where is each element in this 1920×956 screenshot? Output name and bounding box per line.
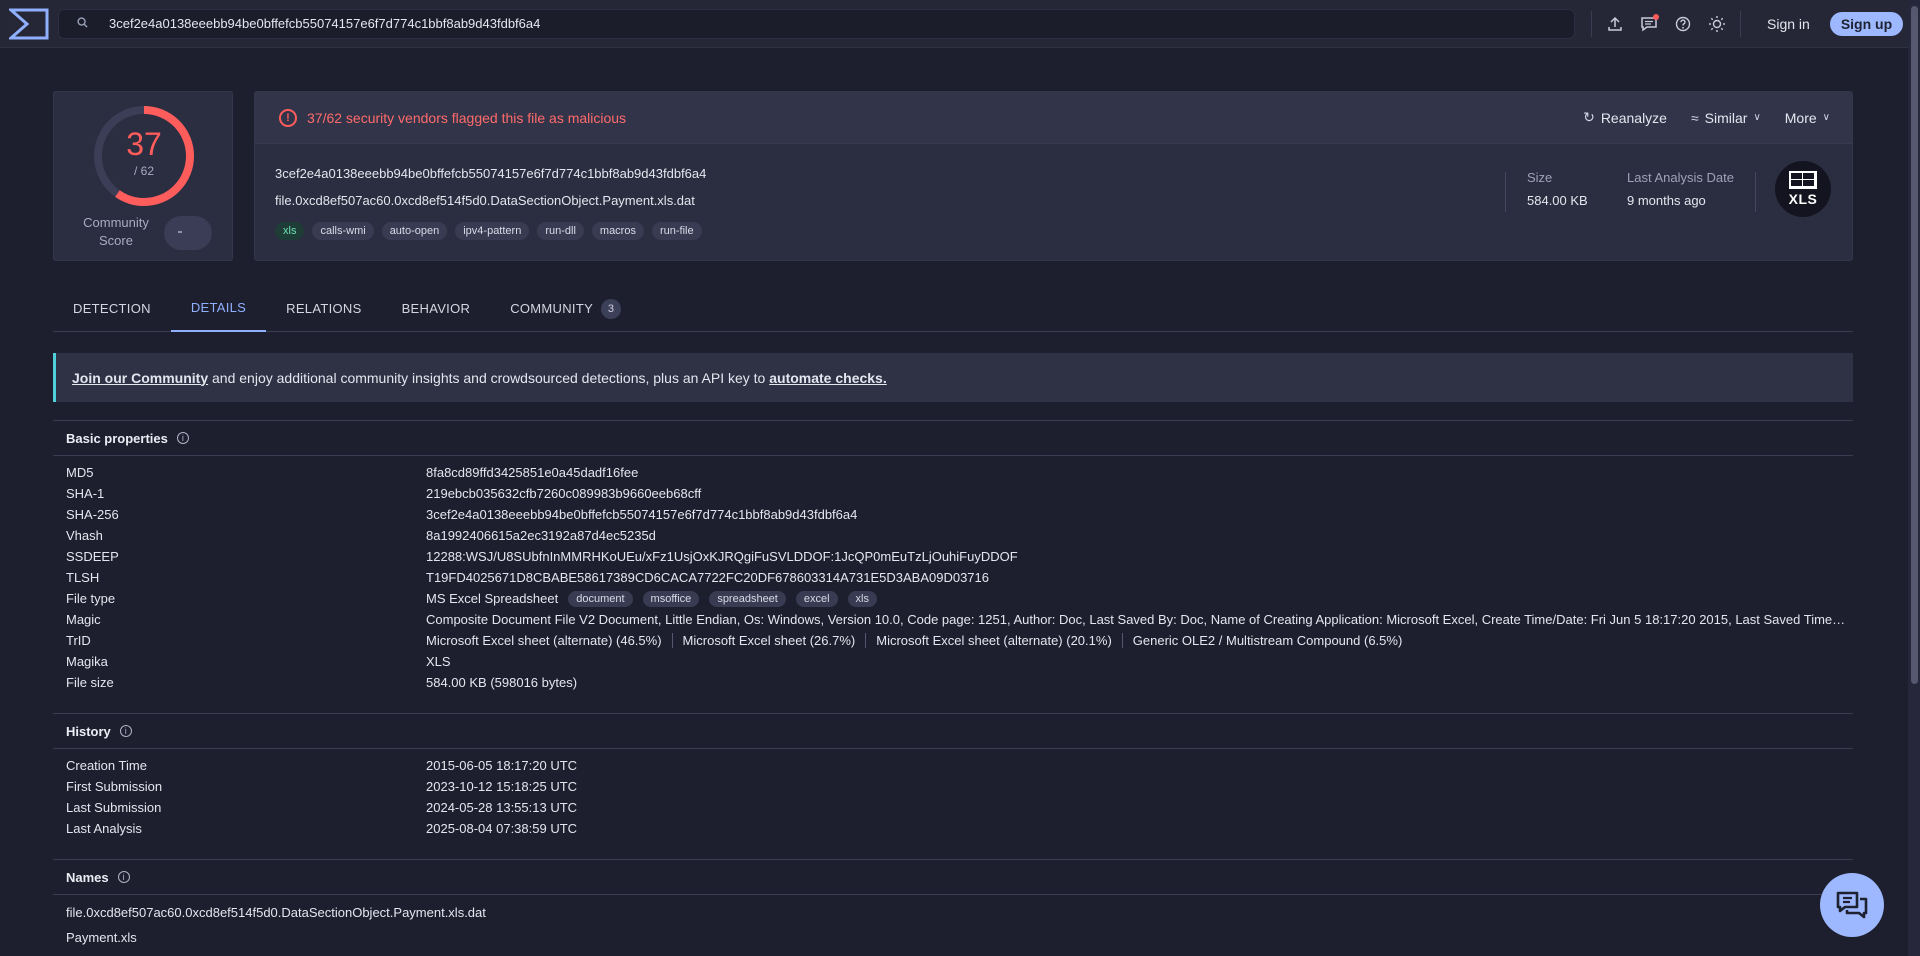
refresh-icon: ↻ (1583, 109, 1595, 125)
search-icon (77, 16, 91, 31)
file-type-tag[interactable]: spreadsheet (709, 590, 786, 607)
property-row: Magika XLS (66, 654, 451, 669)
file-name: file.0xcd8ef507ac60.0xcd8ef514f5d0.DataS… (275, 193, 695, 208)
reanalyze-button[interactable]: ↻ Reanalyze (1583, 109, 1667, 126)
chat-icon[interactable] (1632, 9, 1666, 39)
property-row: MD5 8fa8cd89ffd3425851e0a45dadf16fee (66, 465, 639, 480)
details-tabs: DETECTION DETAILS RELATIONS BEHAVIOR COM… (53, 285, 1853, 332)
name-item: file.0xcd8ef507ac60.0xcd8ef514f5d0.DataS… (66, 905, 486, 920)
tab-community[interactable]: COMMUNITY 3 (490, 285, 641, 332)
trid-entry: Generic OLE2 / Multistream Compound (6.5… (1132, 633, 1403, 648)
history-header: History i (53, 713, 1853, 749)
more-button[interactable]: More ∨ (1785, 110, 1830, 126)
similar-button[interactable]: ≈ Similar ∨ (1691, 110, 1761, 126)
xls-file-type-icon: XLS (1775, 161, 1831, 217)
community-count-badge: 3 (601, 298, 622, 319)
automate-checks-link[interactable]: automate checks. (769, 370, 887, 386)
detection-score-card: 37 / 62 Community Score (53, 91, 233, 261)
support-chat-button[interactable] (1820, 873, 1884, 937)
community-score-vote[interactable] (164, 216, 212, 250)
file-tag[interactable]: calls-wmi (312, 222, 374, 240)
detected-count: 37 (126, 126, 162, 162)
trid-entry: Microsoft Excel sheet (26.7%) (683, 633, 867, 648)
info-icon[interactable]: i (119, 725, 132, 737)
file-tag[interactable]: macros (591, 222, 644, 240)
file-tag[interactable]: ipv4-pattern (455, 222, 530, 240)
file-hash[interactable]: 3cef2e4a0138eeebb94be0bffefcb55074157e6f… (275, 166, 706, 181)
tab-relations[interactable]: RELATIONS (266, 285, 381, 332)
chevron-down-icon: ∨ (1822, 112, 1830, 123)
info-icon[interactable]: i (117, 871, 130, 883)
upload-icon[interactable] (1598, 9, 1632, 39)
property-row-file-type: File type MS Excel Spreadsheet document mso… (66, 588, 1846, 609)
property-row: SHA-256 3cef2e4a0138eeebb94be0bffefcb5507… (66, 507, 858, 522)
toolbar-divider (1591, 10, 1592, 37)
page-scrollbar[interactable] (1908, 0, 1920, 956)
top-bar: Sign in Sign up (0, 0, 1908, 48)
join-community-banner: Join our Community and enjoy additional … (53, 353, 1853, 402)
property-row: TLSH T19FD4025671D8CBABE58617389CD6CACA77… (66, 570, 989, 585)
help-icon[interactable] (1666, 9, 1700, 39)
history-row: Last Submission 2024-05-28 13:55:13 UTC (66, 800, 578, 815)
file-type-tag[interactable]: xls (847, 590, 877, 607)
file-tag[interactable]: run-dll (537, 222, 584, 240)
history-list: Creation Time 2015-06-05 18:17:20 UTC Fir… (66, 755, 1846, 839)
total-vendors: / 62 (133, 164, 154, 178)
search-input[interactable] (109, 16, 1509, 31)
history-row: Last Analysis 2025-08-04 07:38:59 UTC (66, 821, 578, 836)
property-row: Vhash 8a1992406615a2ec3192a87d4ec5235d (66, 528, 656, 543)
file-type-tag[interactable]: excel (795, 590, 838, 607)
sign-in-link[interactable]: Sign in (1767, 16, 1810, 32)
names-header: Names i (53, 859, 1853, 895)
meta-divider (1755, 172, 1756, 212)
file-type-tag[interactable]: document (568, 590, 633, 607)
file-tag[interactable]: run-file (651, 222, 702, 240)
property-row: SHA-1 219ebcb035632cfb7260c089983b9660eeb… (66, 486, 702, 501)
basic-properties-list: MD5 8fa8cd89ffd3425851e0a45dadf16fee SHA-… (66, 462, 1846, 693)
sun-icon[interactable] (1700, 9, 1734, 39)
join-community-link[interactable]: Join our Community (72, 370, 208, 386)
last-analysis-meta: Last Analysis Date 9 months ago (1627, 170, 1734, 208)
trid-entry: Microsoft Excel sheet (alternate) (20.1%… (876, 633, 1123, 648)
scrollbar-thumb[interactable] (1911, 6, 1918, 684)
alert-icon: ! (279, 108, 297, 127)
history-row: First Submission 2023-10-12 15:18:25 UTC (66, 779, 578, 794)
sign-up-button[interactable]: Sign up (1829, 11, 1904, 36)
tab-detection[interactable]: DETECTION (53, 285, 171, 332)
community-score-label: Community Score (83, 215, 149, 248)
tab-details[interactable]: DETAILS (170, 285, 267, 332)
file-tag[interactable]: xls (275, 222, 305, 240)
chat-bubble-icon (1836, 891, 1868, 919)
basic-properties-header: Basic properties i (53, 420, 1853, 456)
tab-behavior[interactable]: BEHAVIOR (382, 285, 491, 332)
trid-entry: Microsoft Excel sheet (alternate) (46.5%… (426, 633, 673, 648)
toolbar-divider (1740, 10, 1741, 37)
property-row: Magic Composite Document File V2 Document… (66, 612, 1846, 627)
file-type-tag[interactable]: msoffice (642, 590, 700, 607)
meta-divider (1505, 172, 1506, 212)
property-row-trid: TrID Microsoft Excel sheet (alternate) (4… (66, 630, 1846, 651)
similar-icon: ≈ (1690, 109, 1699, 126)
size-meta: Size 584.00 KB (1527, 170, 1588, 208)
search-bar[interactable] (58, 8, 1575, 39)
file-tags: xls calls-wmi auto-open ipv4-pattern run-dll… (275, 222, 710, 240)
alert-text: 37/62 security vendors flagged this file… (307, 109, 627, 126)
banner-text: and enjoy additional community insights … (208, 369, 770, 386)
name-item: Payment.xls (66, 930, 137, 945)
notification-dot (1653, 13, 1659, 20)
virustotal-logo-icon[interactable] (8, 7, 50, 41)
file-tag[interactable]: auto-open (381, 222, 448, 240)
file-summary-card: ! 37/62 security vendors flagged this fi… (254, 91, 1853, 261)
property-row: File size 584.00 KB (598016 bytes) (66, 675, 578, 690)
info-icon[interactable]: i (176, 432, 189, 444)
chevron-down-icon: ∨ (1753, 112, 1761, 123)
malicious-alert-bar: ! 37/62 security vendors flagged this fi… (255, 92, 1852, 144)
property-row: SSDEEP 12288:WSJ/U8SUbfnInMMRHKoUEu/xFz1U… (66, 549, 1018, 564)
history-row: Creation Time 2015-06-05 18:17:20 UTC (66, 758, 578, 773)
